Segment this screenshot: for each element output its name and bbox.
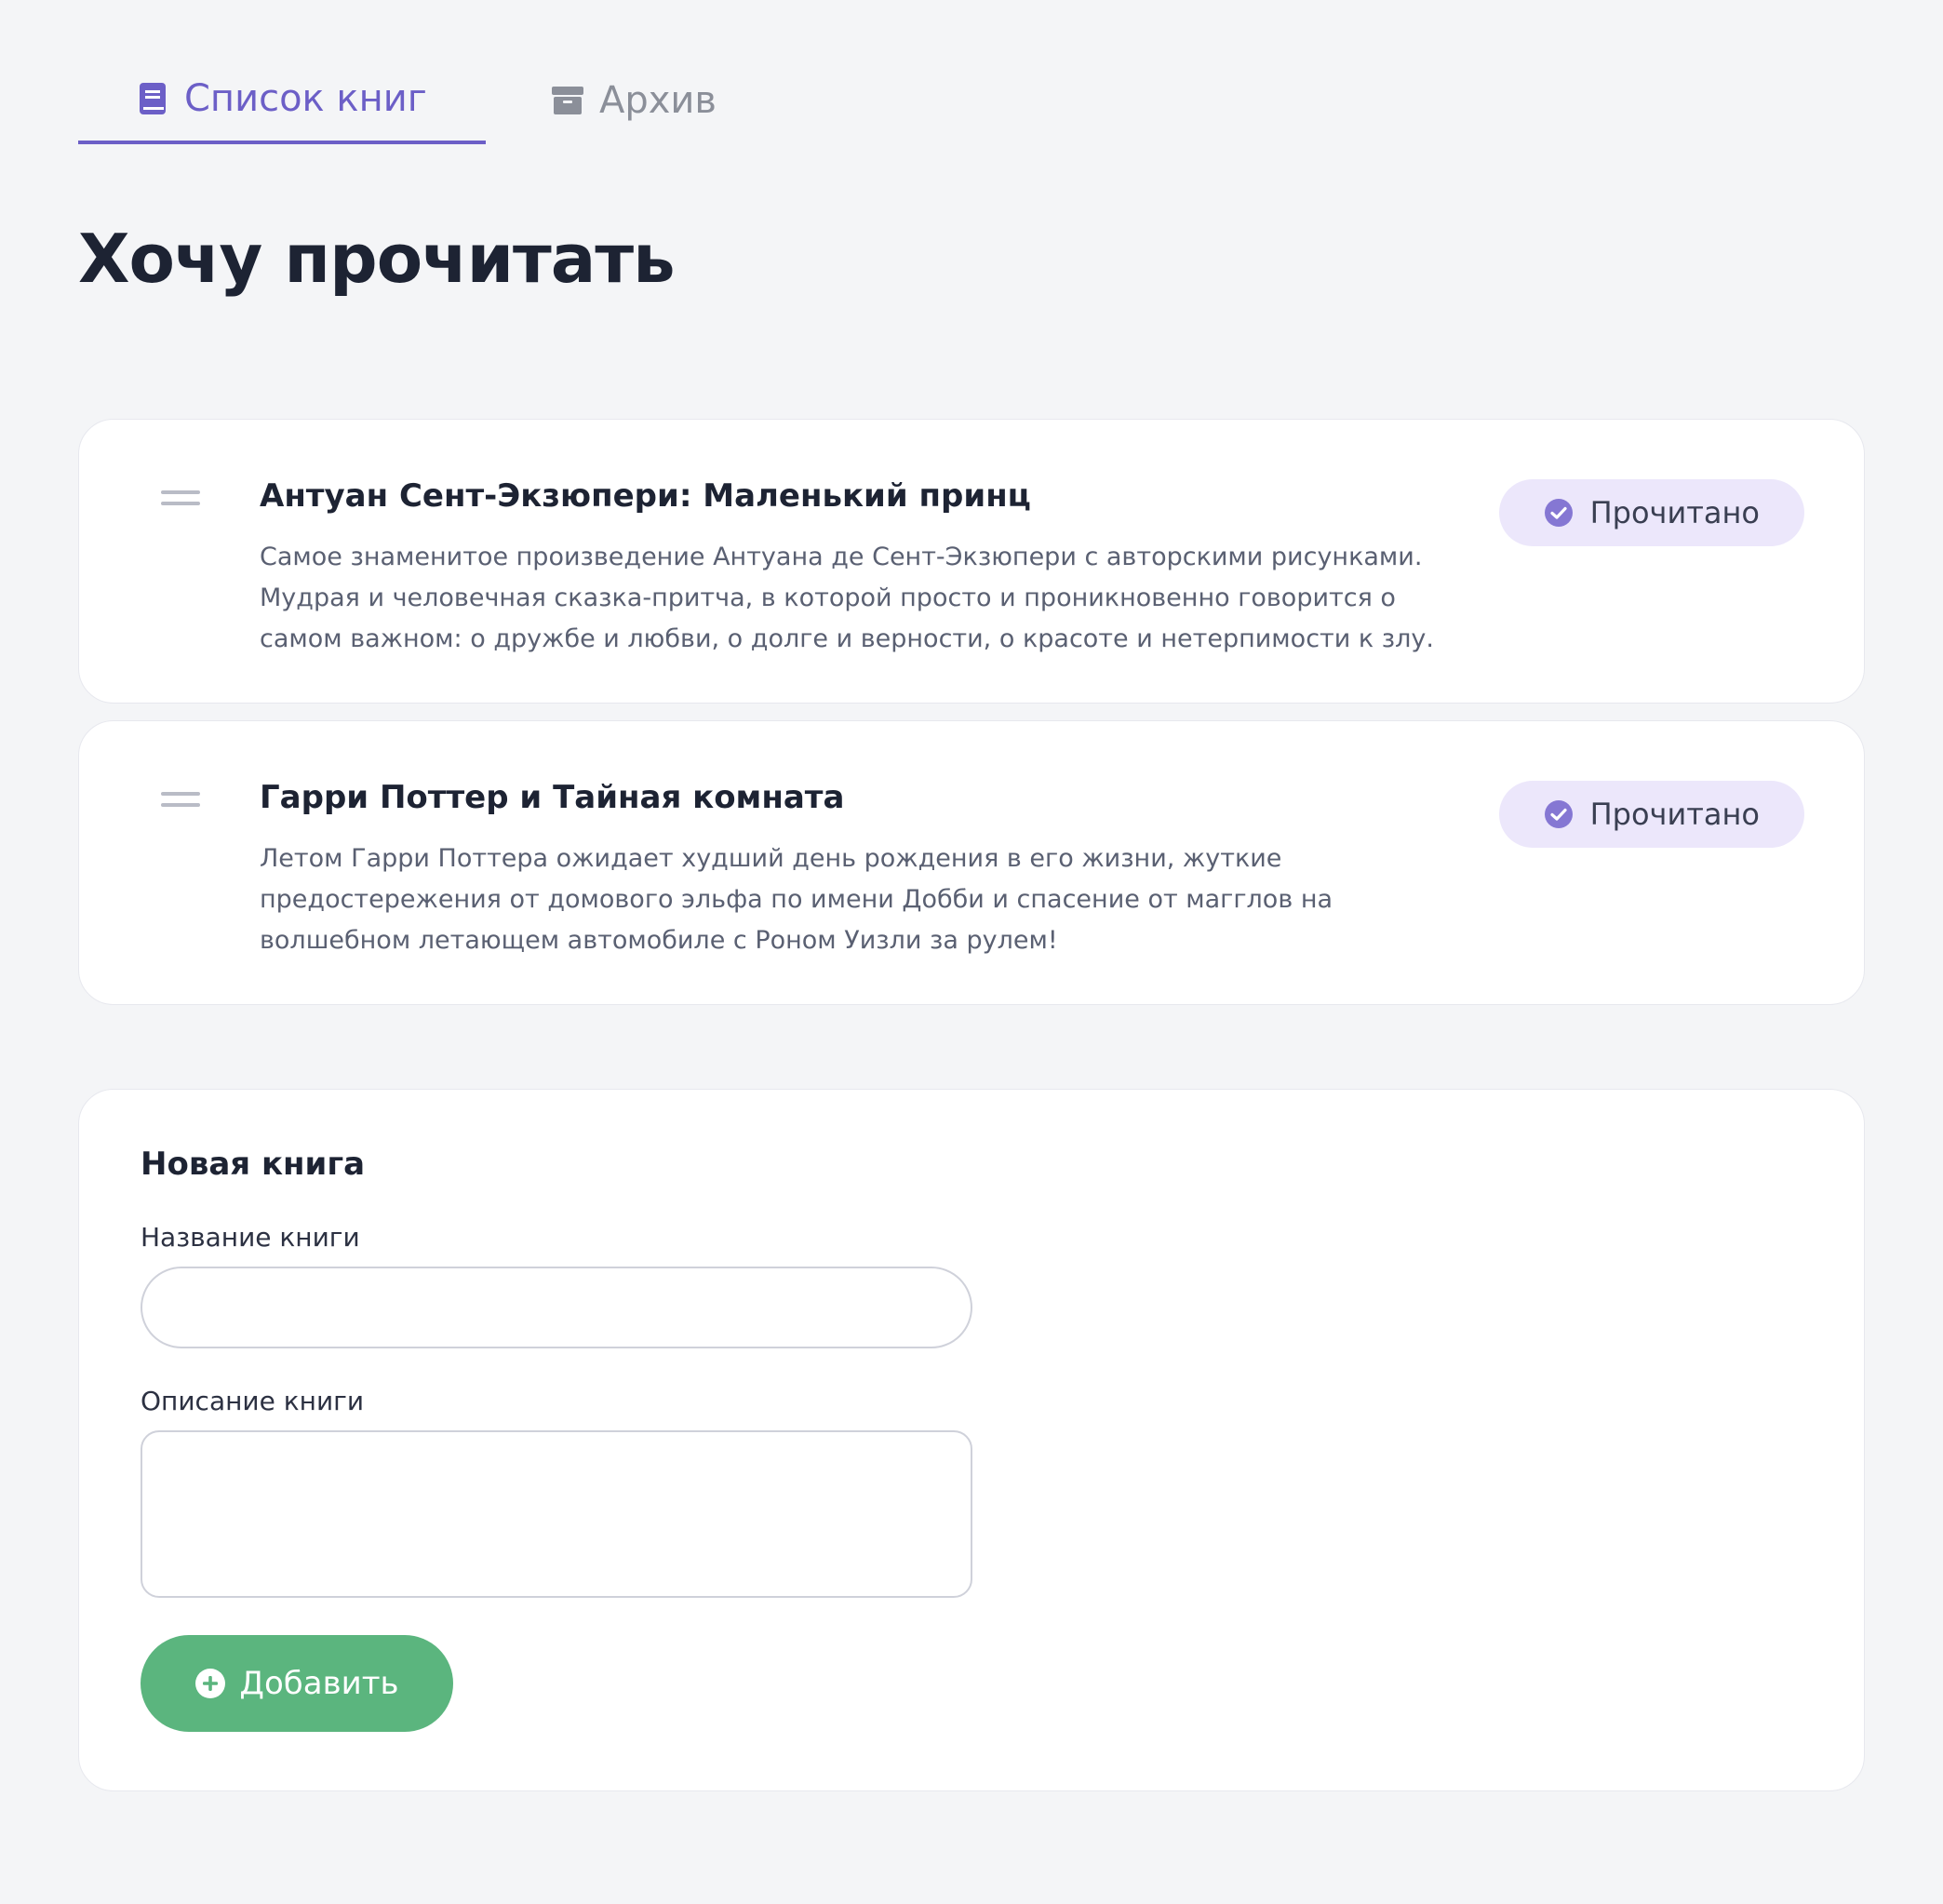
form-title: Новая книга — [141, 1146, 366, 1183]
check-circle-icon — [1544, 799, 1574, 829]
mark-read-label: Прочитано — [1589, 797, 1760, 832]
drag-handle-icon[interactable] — [161, 490, 200, 507]
tab-book-list-label: Список книг — [184, 76, 427, 120]
archive-box-icon — [551, 84, 584, 117]
new-book-form: Новая книга Название книги Описание книг… — [78, 1089, 1865, 1791]
mark-read-label: Прочитано — [1589, 495, 1760, 530]
book-card: Антуан Сент-Экзюпери: Маленький принц Са… — [78, 419, 1865, 704]
mark-read-button[interactable]: Прочитано — [1498, 479, 1804, 546]
book-card: Гарри Поттер и Тайная комната Летом Гарр… — [78, 720, 1865, 1005]
page-title: Хочу прочитать — [78, 220, 676, 298]
tab-bar: Список книг Архив — [78, 56, 1865, 144]
book-description: Самое знаменитое произведение Антуана де… — [260, 543, 1434, 653]
book-description: Летом Гарри Поттера ожидает худший день … — [260, 844, 1333, 955]
book-list: Антуан Сент-Экзюпери: Маленький принц Са… — [78, 419, 1865, 1022]
tab-book-list[interactable]: Список книг — [78, 56, 486, 144]
book-name-label: Название книги — [141, 1222, 360, 1253]
drag-handle-icon[interactable] — [161, 792, 200, 809]
book-name-input[interactable] — [141, 1267, 972, 1348]
book-title: Антуан Сент-Экзюпери: Маленький принц — [260, 477, 1031, 515]
check-circle-icon — [1544, 498, 1574, 528]
book-description-label: Описание книги — [141, 1386, 365, 1416]
book-description-input[interactable] — [141, 1430, 972, 1598]
add-book-button[interactable]: Добавить — [141, 1635, 453, 1732]
mark-read-button[interactable]: Прочитано — [1498, 781, 1804, 848]
tab-archive-label: Архив — [599, 78, 717, 122]
tab-archive[interactable]: Архив — [551, 56, 717, 144]
book-title: Гарри Поттер и Тайная комната — [260, 779, 845, 816]
book-icon — [136, 82, 169, 115]
plus-circle-icon — [194, 1668, 226, 1699]
add-book-label: Добавить — [239, 1665, 399, 1702]
